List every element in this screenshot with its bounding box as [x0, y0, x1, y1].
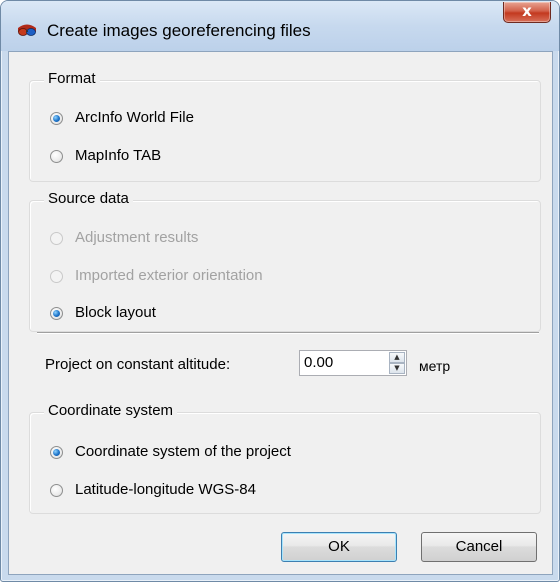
radio-label: Imported exterior orientation — [75, 267, 263, 284]
spin-up-icon[interactable]: ▲ — [389, 352, 405, 363]
separator — [37, 332, 539, 334]
altitude-spinbox[interactable]: ▲ ▼ — [299, 350, 407, 376]
format-group: Format ArcInfo World File MapInfo TAB — [29, 70, 541, 182]
radio-label: MapInfo TAB — [75, 147, 162, 164]
dialog-body: Format ArcInfo World File MapInfo TAB So… — [8, 51, 553, 575]
spin-buttons: ▲ ▼ — [389, 352, 405, 374]
altitude-input[interactable] — [304, 354, 384, 371]
close-button[interactable]: x — [503, 2, 551, 23]
source-data-group-title: Source data — [44, 190, 133, 207]
radio-label: Latitude-longitude WGS-84 — [75, 481, 256, 498]
source-data-group: Source data Adjustment results Imported … — [29, 190, 541, 332]
altitude-label: Project on constant altitude: — [45, 356, 231, 373]
title-bar[interactable]: Create images georeferencing files x — [1, 1, 559, 51]
window-title: Create images georeferencing files — [47, 21, 311, 40]
radio-indicator[interactable] — [50, 150, 63, 163]
coordinate-system-group-title: Coordinate system — [44, 402, 178, 419]
radio-indicator[interactable] — [50, 232, 63, 245]
format-group-title: Format — [44, 70, 100, 87]
radio-indicator[interactable] — [50, 270, 63, 283]
radio-label: Coordinate system of the project — [75, 443, 291, 460]
coordinate-system-group: Coordinate system Coordinate system of t… — [29, 402, 541, 514]
spin-down-icon[interactable]: ▼ — [389, 363, 405, 374]
radio-indicator[interactable] — [50, 484, 63, 497]
close-icon: x — [522, 2, 532, 20]
dialog-window: Create images georeferencing files x For… — [0, 0, 560, 582]
cancel-button[interactable]: Cancel — [421, 532, 537, 562]
radio-indicator[interactable] — [50, 112, 63, 125]
altitude-unit: метр — [419, 358, 451, 374]
radio-label: Block layout — [75, 304, 156, 321]
radio-indicator[interactable] — [50, 446, 63, 459]
ok-button[interactable]: OK — [281, 532, 397, 562]
glasses-icon — [18, 24, 36, 36]
radio-indicator[interactable] — [50, 307, 63, 320]
radio-label: Adjustment results — [75, 229, 199, 246]
radio-label: ArcInfo World File — [75, 109, 194, 126]
